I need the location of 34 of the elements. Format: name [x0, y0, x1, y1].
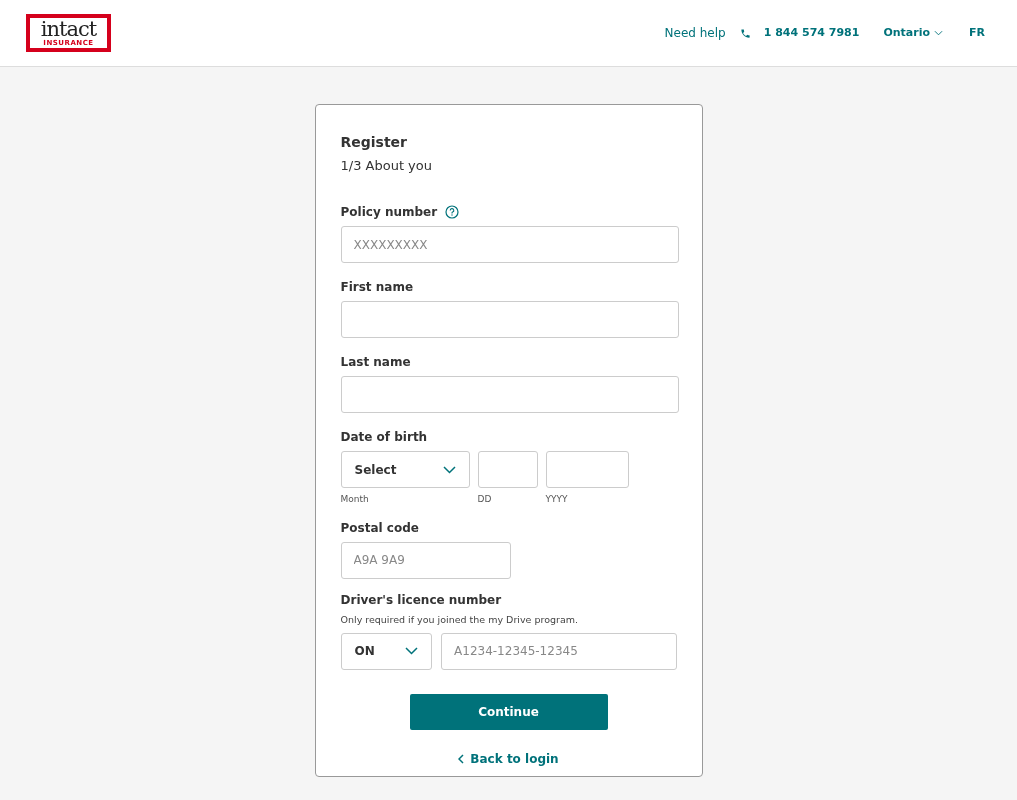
phone-icon: [739, 27, 751, 39]
field-label: Last name: [340, 354, 412, 371]
field-caption: DD: [477, 493, 493, 506]
chevron-down-icon: [442, 465, 456, 474]
licence-number-field[interactable]: A1234-12345-12345: [441, 632, 677, 670]
phone-link[interactable]: 1 844 574 7981: [763, 24, 860, 42]
form-title: Register: [340, 133, 409, 151]
language-link[interactable]: FR: [969, 24, 985, 42]
hint-text: Only required if you joined the my Drive program.: [340, 612, 579, 627]
policy-number-field[interactable]: XXXXXXXXX: [340, 226, 679, 263]
day-field[interactable]: [477, 451, 538, 488]
help-link[interactable]: Need help: [664, 24, 726, 42]
field-caption: Month: [340, 493, 370, 506]
field-caption: YYYY: [545, 493, 569, 506]
chevron-down-icon: [405, 647, 419, 656]
logo-wordmark: intact: [39, 19, 98, 39]
last-name-field[interactable]: [340, 376, 679, 413]
province-dropdown[interactable]: ON: [340, 632, 433, 670]
field-label: First name: [340, 279, 415, 296]
step-text: 1/3 About you: [340, 157, 433, 175]
back-link[interactable]: Back to login: [458, 749, 559, 768]
month-dropdown[interactable]: Select: [340, 451, 470, 488]
year-field[interactable]: [545, 451, 629, 488]
province-dropdown[interactable]: Ontario: [883, 24, 943, 42]
field-label: Driver's licence number: [340, 591, 503, 609]
chevron-down-icon: [934, 30, 943, 36]
field-label: Policy number: [340, 204, 438, 221]
continue-button[interactable]: Continue: [409, 693, 608, 730]
help-icon[interactable]: [445, 205, 460, 219]
postal-code-field[interactable]: A9A 9A9: [340, 541, 511, 579]
field-label: Date of birth: [340, 429, 429, 446]
chevron-left-icon: [458, 753, 465, 764]
field-label: Postal code: [340, 519, 420, 537]
first-name-field[interactable]: [340, 301, 679, 338]
